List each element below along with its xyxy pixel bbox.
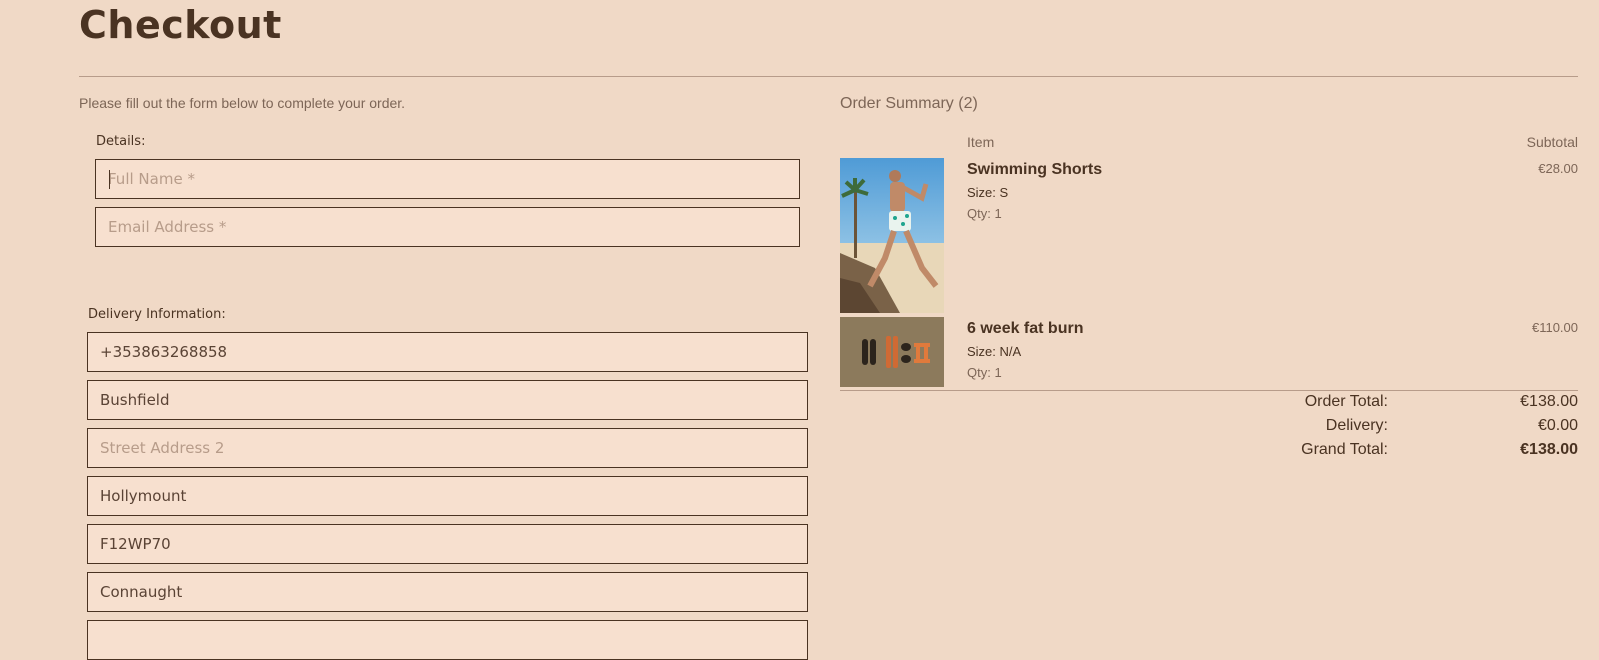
checkout-intro: Please fill out the form below to comple… [79,95,406,111]
item-name[interactable]: 6 week fat burn [967,320,1083,338]
country-field[interactable] [87,620,808,660]
street-address-2-field[interactable] [87,428,808,468]
item-size: Size: S [967,185,1009,200]
town-input[interactable] [100,487,807,505]
full-name-input[interactable] [108,170,799,188]
details-legend: Details: [96,134,146,149]
product-image-fat-burn[interactable] [840,317,944,387]
street-address-2-input[interactable] [100,439,807,457]
text-caret [109,170,110,189]
order-total-label: Order Total: [1304,393,1388,410]
order-summary-title: Order Summary (2) [840,95,978,112]
item-subtotal: €28.00 [1538,161,1578,176]
street-address-1-input[interactable] [100,391,807,409]
page-title: Checkout [79,3,282,47]
full-name-field[interactable] [95,159,800,199]
county-field[interactable] [87,572,808,612]
beach-photo-icon [840,158,944,313]
phone-field[interactable] [87,332,808,372]
delivery-label: Delivery: [1325,417,1388,434]
postcode-field[interactable] [87,524,808,564]
summary-divider [840,390,1578,391]
delivery-value: €0.00 [1537,417,1578,434]
street-address-1-field[interactable] [87,380,808,420]
postcode-input[interactable] [100,535,807,553]
order-total-value: €138.00 [1520,393,1578,410]
item-qty: Qty: 1 [967,206,1002,221]
grand-total-value: €138.00 [1520,441,1578,458]
email-field[interactable] [95,207,800,247]
product-image-swimming-shorts[interactable] [840,158,944,313]
county-input[interactable] [100,583,807,601]
item-size: Size: N/A [967,344,1022,359]
column-header-subtotal: Subtotal [1526,134,1578,150]
dumbbells-photo-icon [840,317,944,387]
column-header-item: Item [967,134,995,150]
grand-total-label: Grand Total: [1301,441,1388,458]
item-name[interactable]: Swimming Shorts [967,161,1102,179]
town-field[interactable] [87,476,808,516]
delivery-legend: Delivery Information: [88,307,226,322]
phone-input[interactable] [100,343,807,361]
item-qty: Qty: 1 [967,365,1002,380]
item-subtotal: €110.00 [1531,320,1578,335]
title-divider [79,76,1578,77]
email-input[interactable] [108,218,799,236]
